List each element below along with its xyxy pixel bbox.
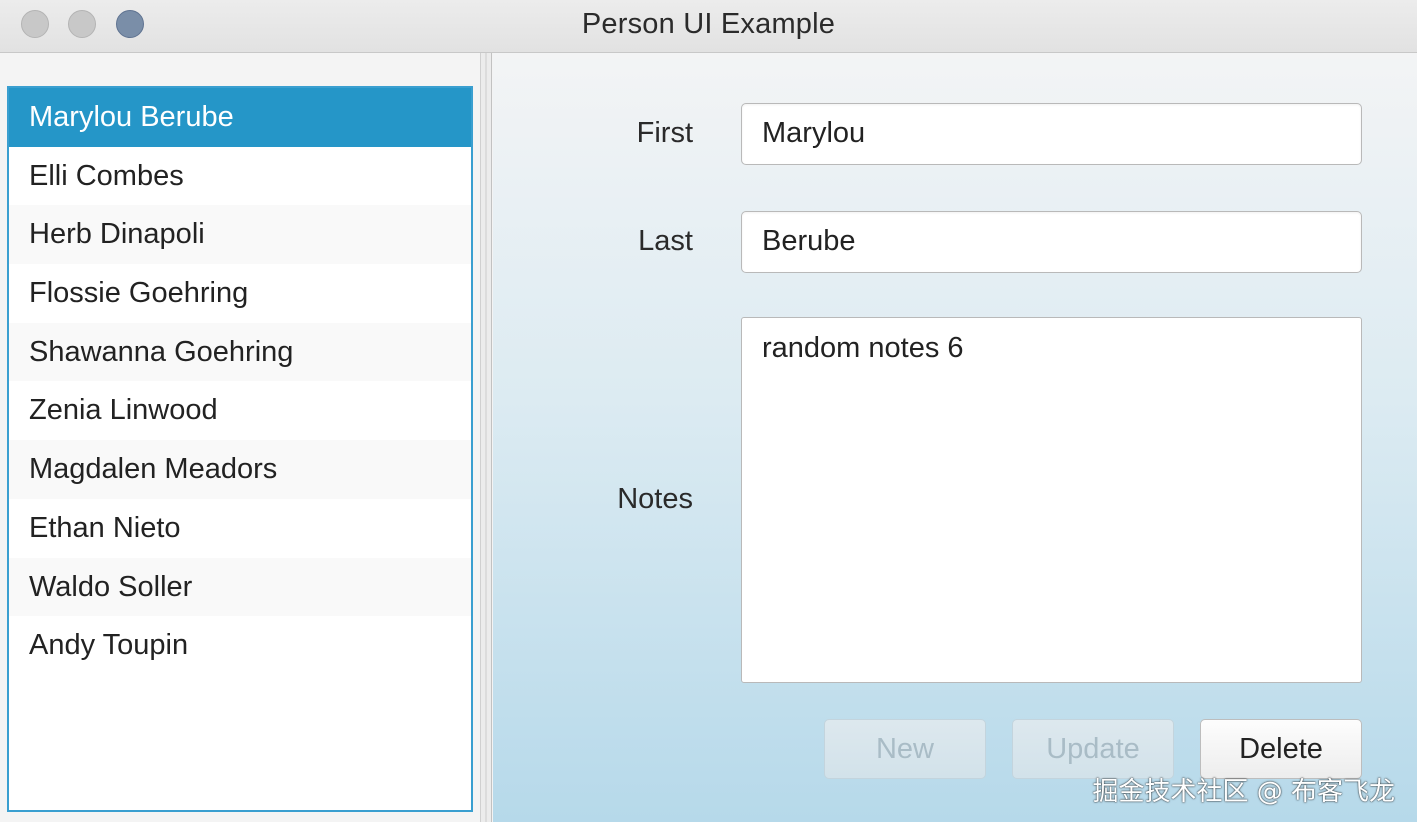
first-name-field[interactable]: Marylou: [741, 103, 1362, 165]
window-title: Person UI Example: [581, 8, 836, 40]
list-item[interactable]: Flossie Goehring: [9, 264, 471, 323]
list-item[interactable]: Zenia Linwood: [9, 381, 471, 440]
list-item[interactable]: Magdalen Meadors: [9, 440, 471, 499]
new-button[interactable]: New: [824, 719, 986, 779]
app-window: Person UI Example Marylou Berube Elli Co…: [0, 0, 1417, 822]
list-item[interactable]: Marylou Berube: [9, 88, 471, 147]
notes-label: Notes: [617, 483, 693, 515]
list-item[interactable]: Shawanna Goehring: [9, 322, 471, 382]
list-item[interactable]: Herb Dinapoli: [9, 205, 471, 265]
last-name-field[interactable]: Berube: [741, 211, 1362, 273]
title-bar[interactable]: Person UI Example: [0, 0, 1417, 53]
list-item[interactable]: Andy Toupin: [9, 616, 471, 675]
detail-pane: First Marylou Last Berube Notes random n…: [493, 53, 1417, 822]
update-button[interactable]: Update: [1012, 719, 1174, 779]
notes-textarea[interactable]: random notes 6: [741, 317, 1362, 683]
delete-button[interactable]: Delete: [1200, 719, 1362, 779]
list-item[interactable]: Ethan Nieto: [9, 499, 471, 558]
list-item[interactable]: Elli Combes: [9, 147, 471, 206]
watermark: 掘金技术社区 @ 布客飞龙: [1092, 777, 1395, 807]
list-item[interactable]: Waldo Soller: [9, 557, 471, 617]
left-pane: Marylou Berube Elli Combes Herb Dinapoli…: [0, 53, 480, 822]
first-name-label: First: [636, 117, 693, 149]
divider-grip: [485, 53, 487, 822]
last-name-label: Last: [638, 225, 693, 257]
main-content: Marylou Berube Elli Combes Herb Dinapoli…: [0, 53, 1417, 822]
people-list[interactable]: Marylou Berube Elli Combes Herb Dinapoli…: [7, 86, 473, 812]
split-pane-divider[interactable]: [480, 53, 492, 822]
